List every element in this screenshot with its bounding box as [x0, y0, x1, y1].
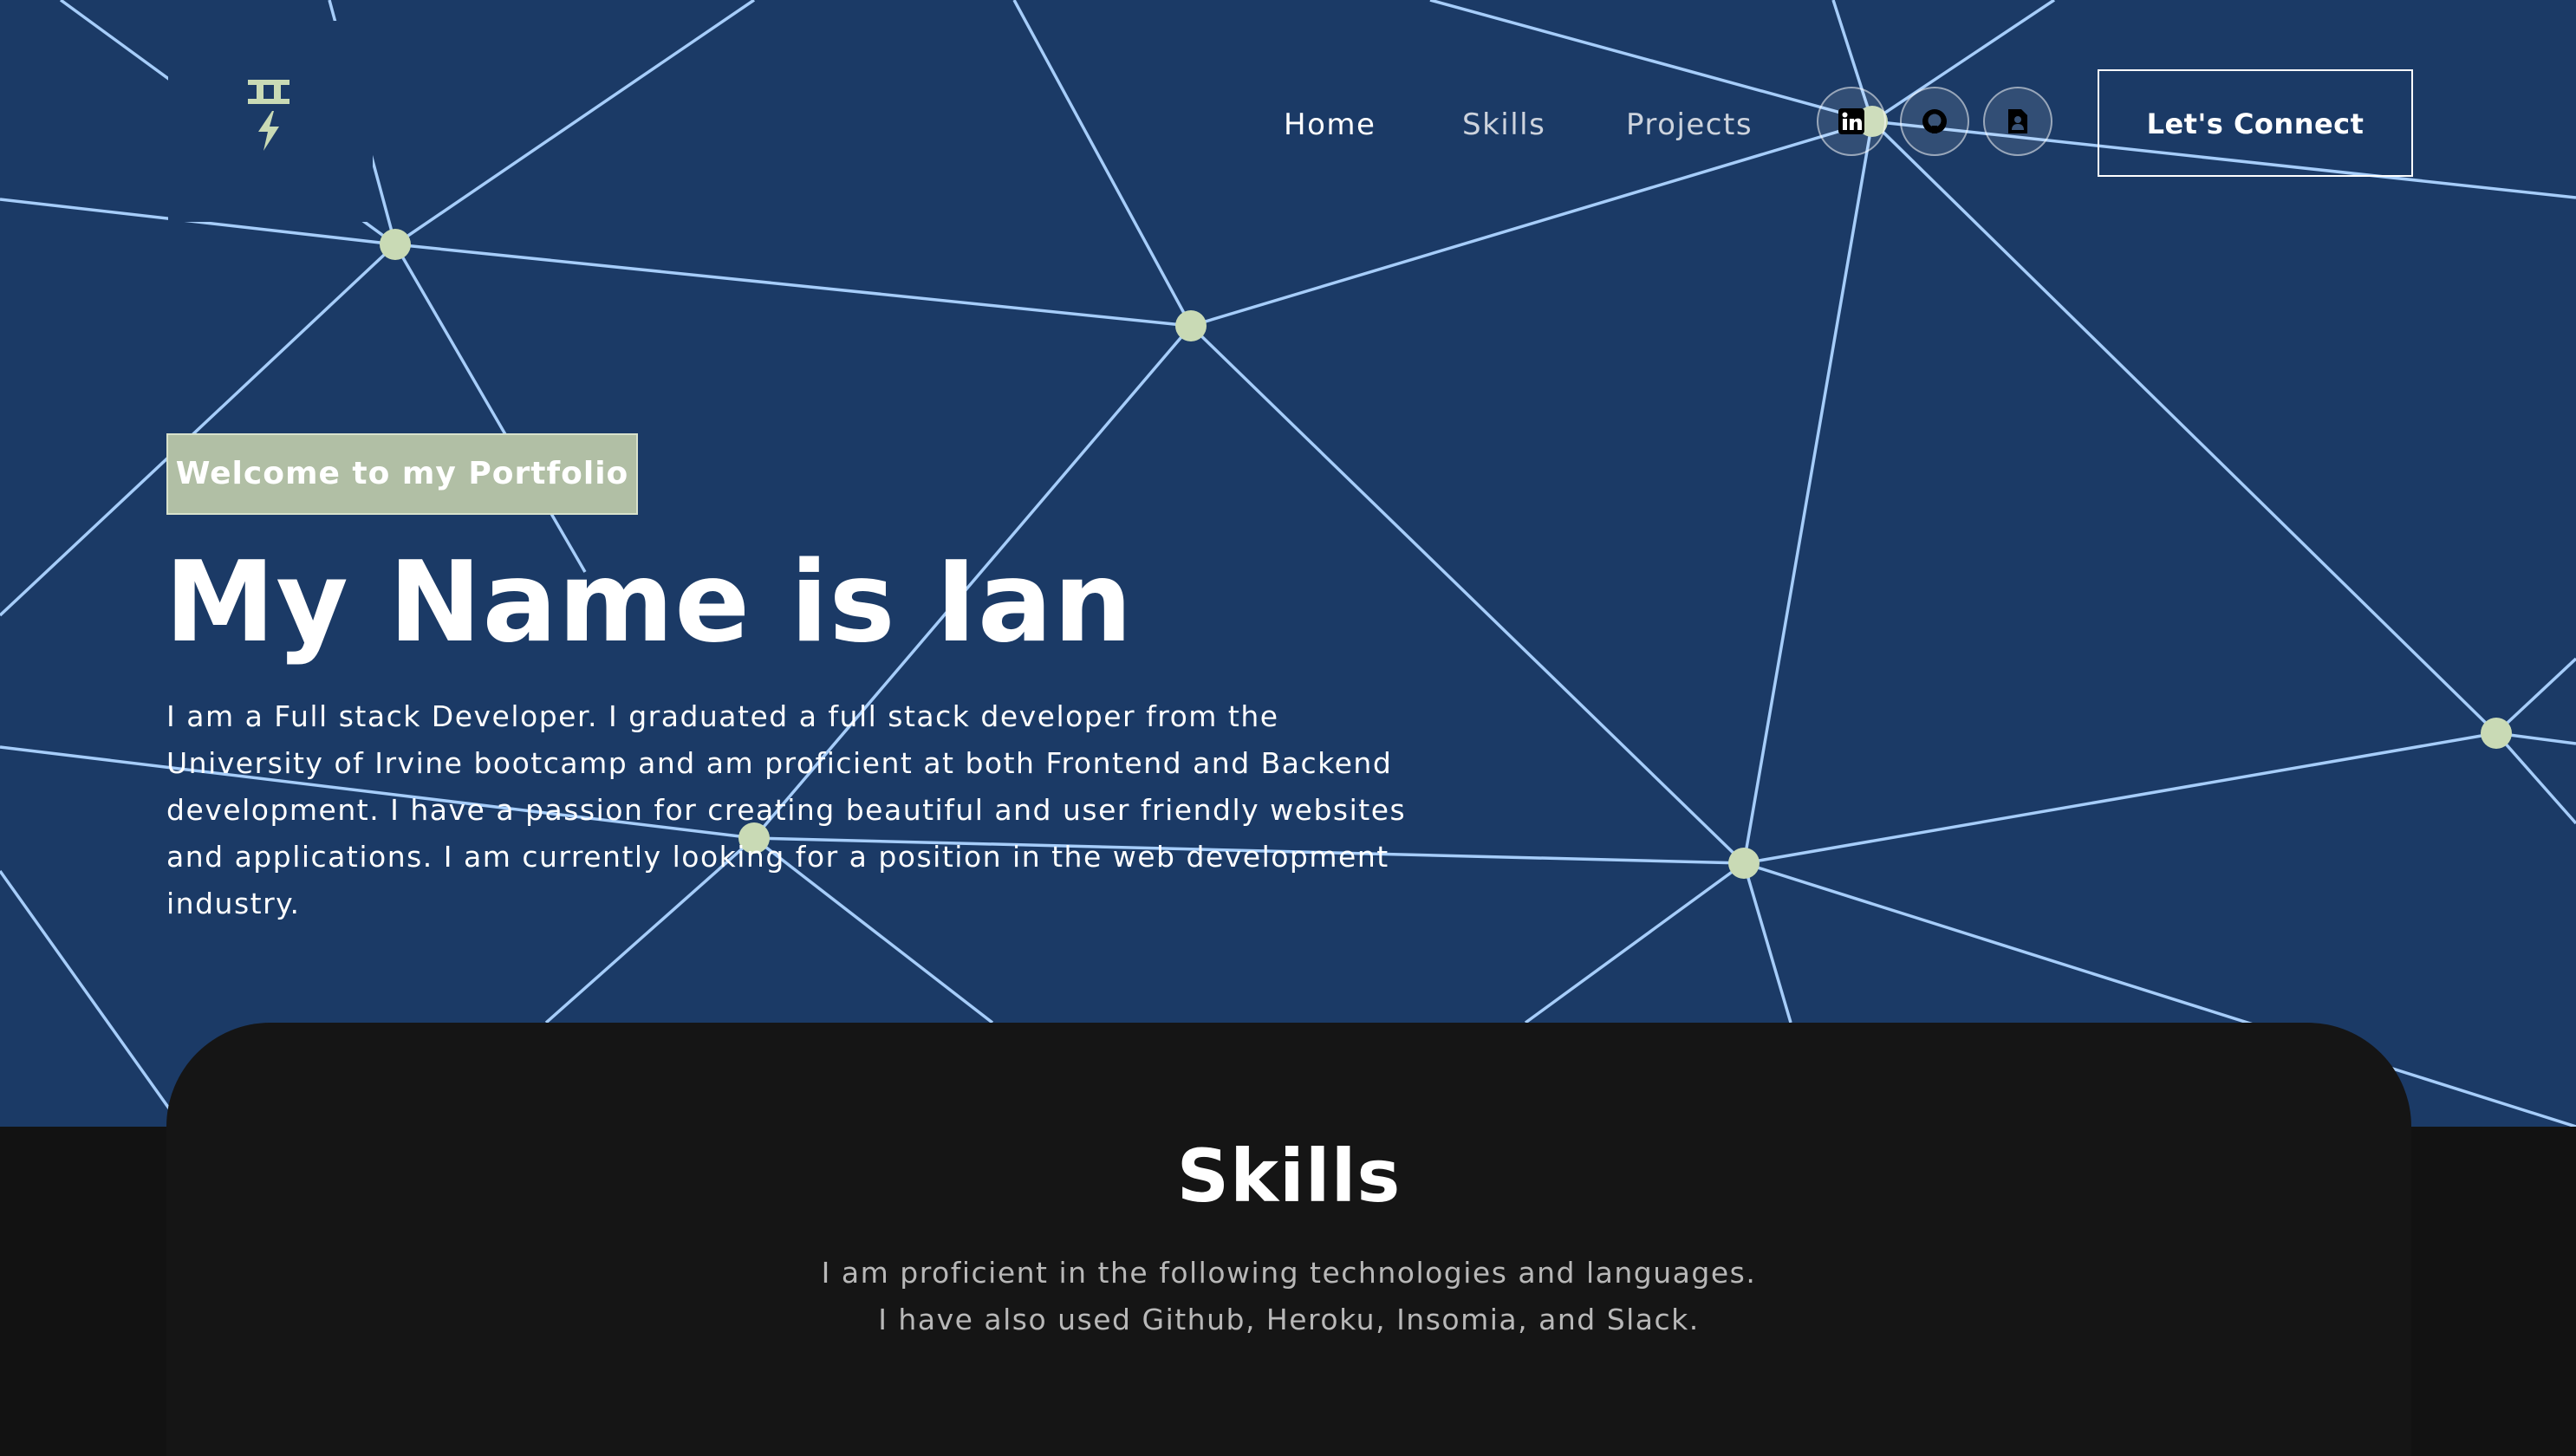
welcome-tagline: Welcome to my Portfolio — [166, 433, 638, 515]
network-line — [1012, 0, 1193, 327]
logo[interactable] — [244, 78, 293, 151]
skills-title: Skills — [1176, 1134, 1402, 1219]
network-node — [1728, 848, 1760, 879]
network-line — [394, 0, 755, 246]
hero-title: My Name is Ian — [165, 538, 1134, 667]
network-line — [394, 243, 1192, 328]
network-line — [1742, 862, 1792, 1024]
skills-text-line: I have also used Github, Heroku, Insomia… — [878, 1303, 1700, 1336]
network-line — [1870, 120, 2498, 735]
nav-link-skills[interactable]: Skills — [1462, 101, 1545, 149]
network-line — [394, 244, 587, 573]
network-line — [1742, 120, 1874, 864]
network-line — [1190, 120, 1873, 328]
skills-text-line: I am proficient in the following technol… — [821, 1256, 1757, 1290]
network-line — [1524, 861, 1746, 1024]
network-node — [1175, 310, 1207, 341]
skills-description: I am proficient in the following technol… — [166, 1250, 2411, 1343]
network-node — [380, 229, 411, 260]
nav-link-projects[interactable]: Projects — [1626, 101, 1753, 149]
linkedin-link[interactable] — [1817, 87, 1886, 156]
github-link[interactable] — [1900, 87, 1969, 156]
linkedin-icon — [1838, 108, 1864, 134]
github-icon — [1921, 107, 1948, 135]
lets-connect-button[interactable]: Let's Connect — [2098, 69, 2413, 177]
hero-description: I am a Full stack Developer. I graduated… — [166, 699, 1407, 920]
skills-section: Skills I am proficient in the following … — [166, 1023, 2411, 1456]
nav-link-home[interactable]: Home — [1284, 101, 1376, 149]
network-line — [2495, 657, 2576, 735]
network-line — [1743, 731, 2497, 865]
network-line — [0, 869, 184, 1127]
network-node — [2481, 718, 2512, 749]
network-line — [2495, 731, 2576, 825]
initials-bolt-logo-icon — [248, 80, 289, 151]
document-icon — [2007, 107, 2029, 135]
hero-section: Home Skills Projects Let's Connect Welco… — [0, 0, 2576, 1127]
resume-link[interactable] — [1983, 87, 2052, 156]
